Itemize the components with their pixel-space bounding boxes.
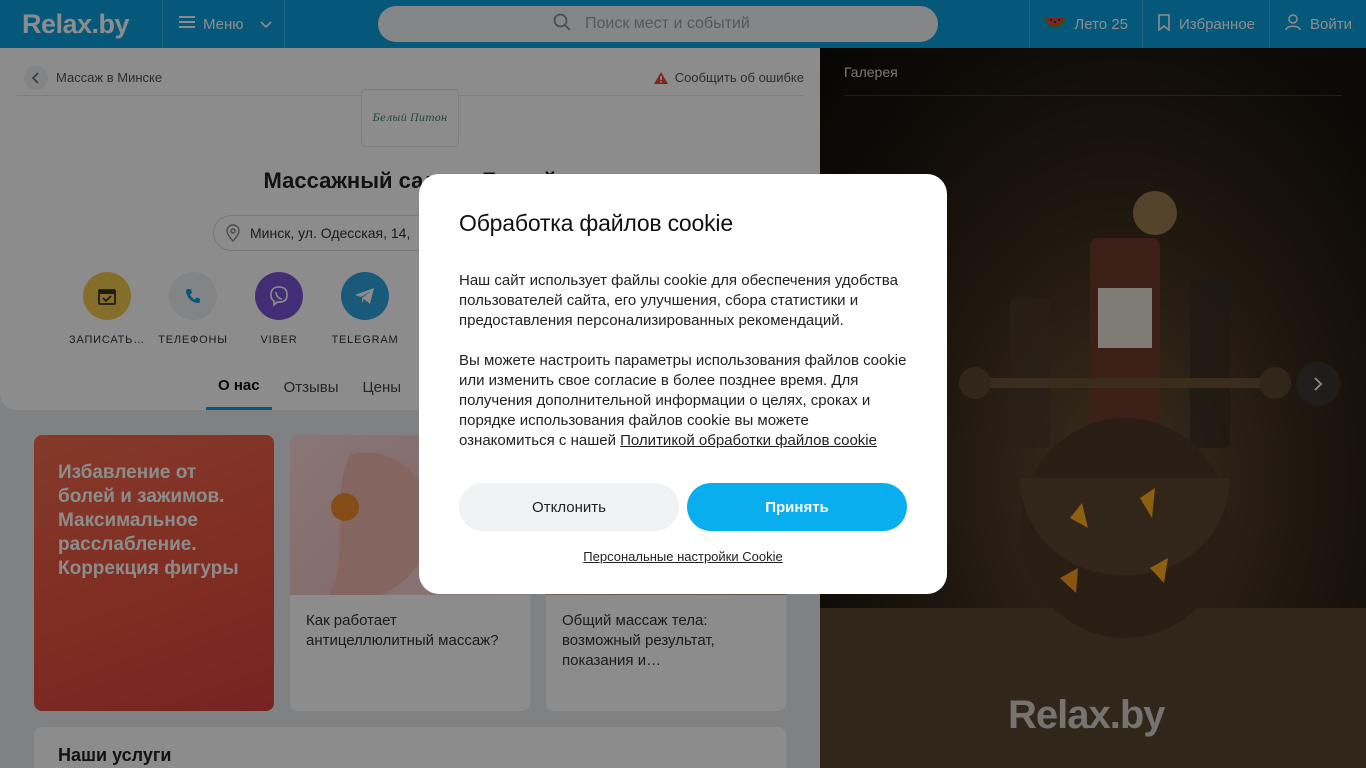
cookie-dialog: Обработка файлов cookie Наш сайт использ… <box>419 174 947 594</box>
cookie-buttons: Отклонить Принять <box>459 483 907 531</box>
cookie-description: Наш сайт использует файлы cookie для обе… <box>459 272 898 329</box>
personal-cookie-settings-link[interactable]: Персональные настройки Cookie <box>459 549 907 564</box>
cookie-settings-info: Вы можете настроить параметры использова… <box>459 351 907 451</box>
accept-button[interactable]: Принять <box>687 483 907 531</box>
cookie-policy-link[interactable]: Политикой обработки файлов cookie <box>620 432 877 449</box>
cookie-title: Обработка файлов cookie <box>459 210 733 236</box>
decline-button[interactable]: Отклонить <box>459 483 679 531</box>
